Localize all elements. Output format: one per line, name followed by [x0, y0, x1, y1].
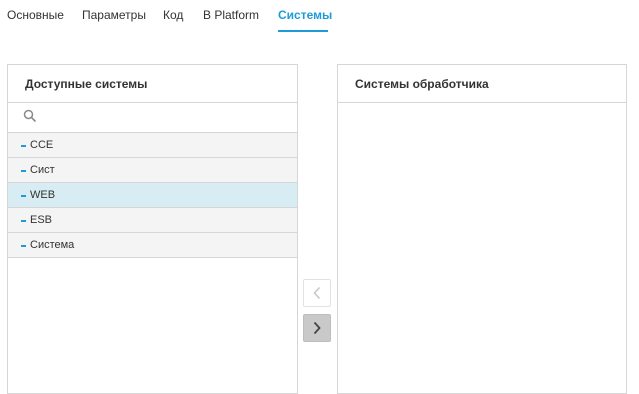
move-left-button[interactable] [303, 279, 331, 307]
handler-systems-title: Системы обработчика [338, 65, 626, 103]
move-right-button[interactable] [303, 314, 331, 342]
list-item[interactable]: ESB [8, 208, 297, 233]
tab-code[interactable]: Код [163, 8, 183, 22]
tab-platform[interactable]: В Platform [203, 8, 259, 22]
dash-icon [21, 145, 26, 147]
tab-bar: Основные Параметры Код В Platform Систем… [0, 0, 639, 34]
search-row [8, 103, 297, 133]
list-item-label: Система [30, 239, 75, 251]
available-systems-title: Доступные системы [8, 65, 297, 103]
list-item-label: WEB [30, 189, 56, 201]
list-item-label: ESB [30, 214, 53, 226]
tab-parameters[interactable]: Параметры [82, 8, 146, 22]
list-item[interactable]: Сист [8, 158, 297, 183]
handler-systems-panel: Системы обработчика [337, 64, 627, 394]
dash-icon [21, 170, 26, 172]
dash-icon [21, 220, 26, 222]
tab-systems[interactable]: Системы [278, 8, 332, 22]
chevron-left-icon [313, 286, 321, 300]
active-tab-indicator [278, 30, 328, 32]
list-item[interactable]: WEB [8, 183, 297, 208]
chevron-right-icon [313, 321, 321, 335]
dash-icon [21, 195, 26, 197]
list-item-label: CCE [30, 139, 54, 151]
list-item-label: Сист [30, 164, 55, 176]
tab-main[interactable]: Основные [7, 8, 64, 22]
list-item[interactable]: CCE [8, 133, 297, 158]
list-item[interactable]: Система [8, 233, 297, 258]
search-icon [23, 109, 36, 122]
search-input[interactable] [42, 107, 291, 129]
available-systems-list: CCE Сист WEB ESB Система [8, 133, 297, 258]
dash-icon [21, 245, 26, 247]
available-systems-panel: Доступные системы CCE Сист WEB ESB Система [7, 64, 298, 394]
